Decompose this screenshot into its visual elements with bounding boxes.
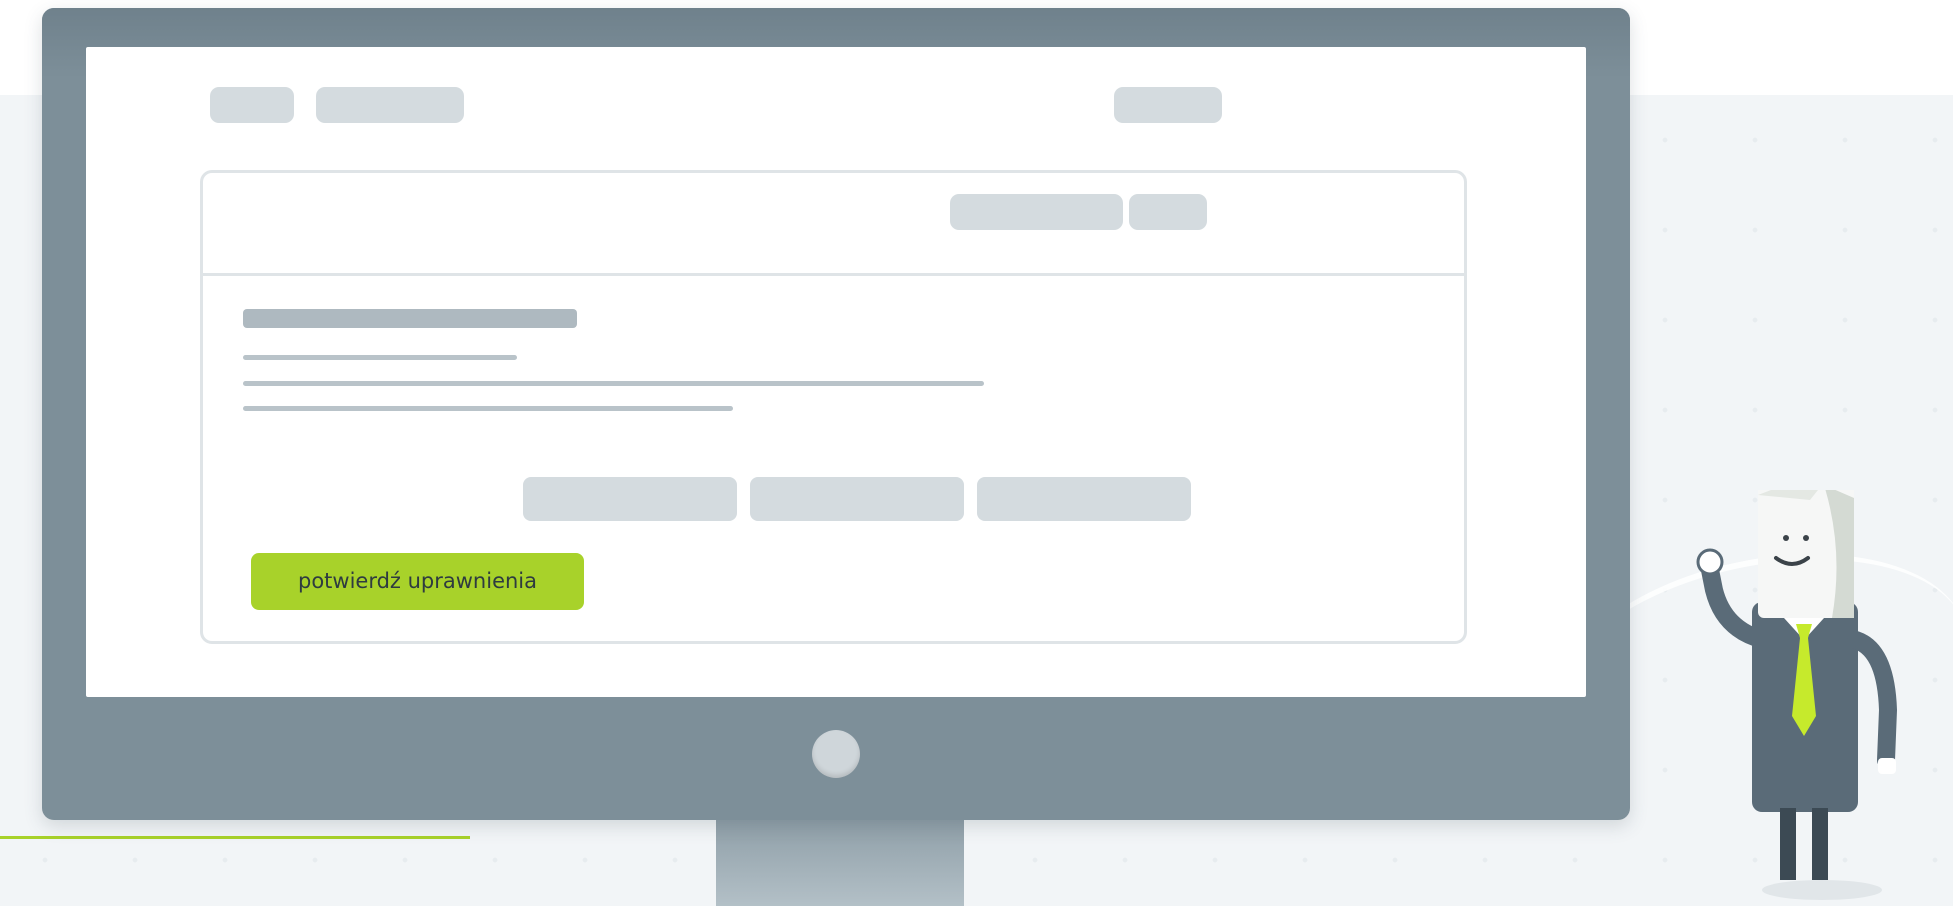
header-placeholder-nav <box>316 87 464 123</box>
card-divider <box>203 273 1464 276</box>
header-placeholder-account <box>1114 87 1222 123</box>
secondary-button-placeholder-2[interactable] <box>750 477 964 521</box>
confirm-permissions-button[interactable]: potwierdź uprawnienia <box>251 553 584 610</box>
card-toolbar-placeholder-wide <box>950 194 1123 230</box>
secondary-button-placeholder-1[interactable] <box>523 477 737 521</box>
card-text-line-3 <box>243 406 733 411</box>
secondary-button-placeholder-3[interactable] <box>977 477 1191 521</box>
card-heading-placeholder <box>243 309 577 328</box>
monitor-stand <box>716 818 964 906</box>
accent-underline <box>0 836 470 839</box>
waving-mascot-icon <box>1696 490 1898 900</box>
card-text-line-2 <box>243 381 984 386</box>
card-toolbar-placeholder-small <box>1129 194 1207 230</box>
circle-power-button-icon <box>812 730 860 778</box>
illustration-scene: potwierdź uprawnienia <box>0 0 1953 906</box>
card-text-line-1 <box>243 355 517 360</box>
monitor-screen: potwierdź uprawnienia <box>86 47 1586 697</box>
content-card: potwierdź uprawnienia <box>200 170 1467 644</box>
header-placeholder-logo <box>210 87 294 123</box>
monitor-frame: potwierdź uprawnienia <box>42 8 1630 820</box>
